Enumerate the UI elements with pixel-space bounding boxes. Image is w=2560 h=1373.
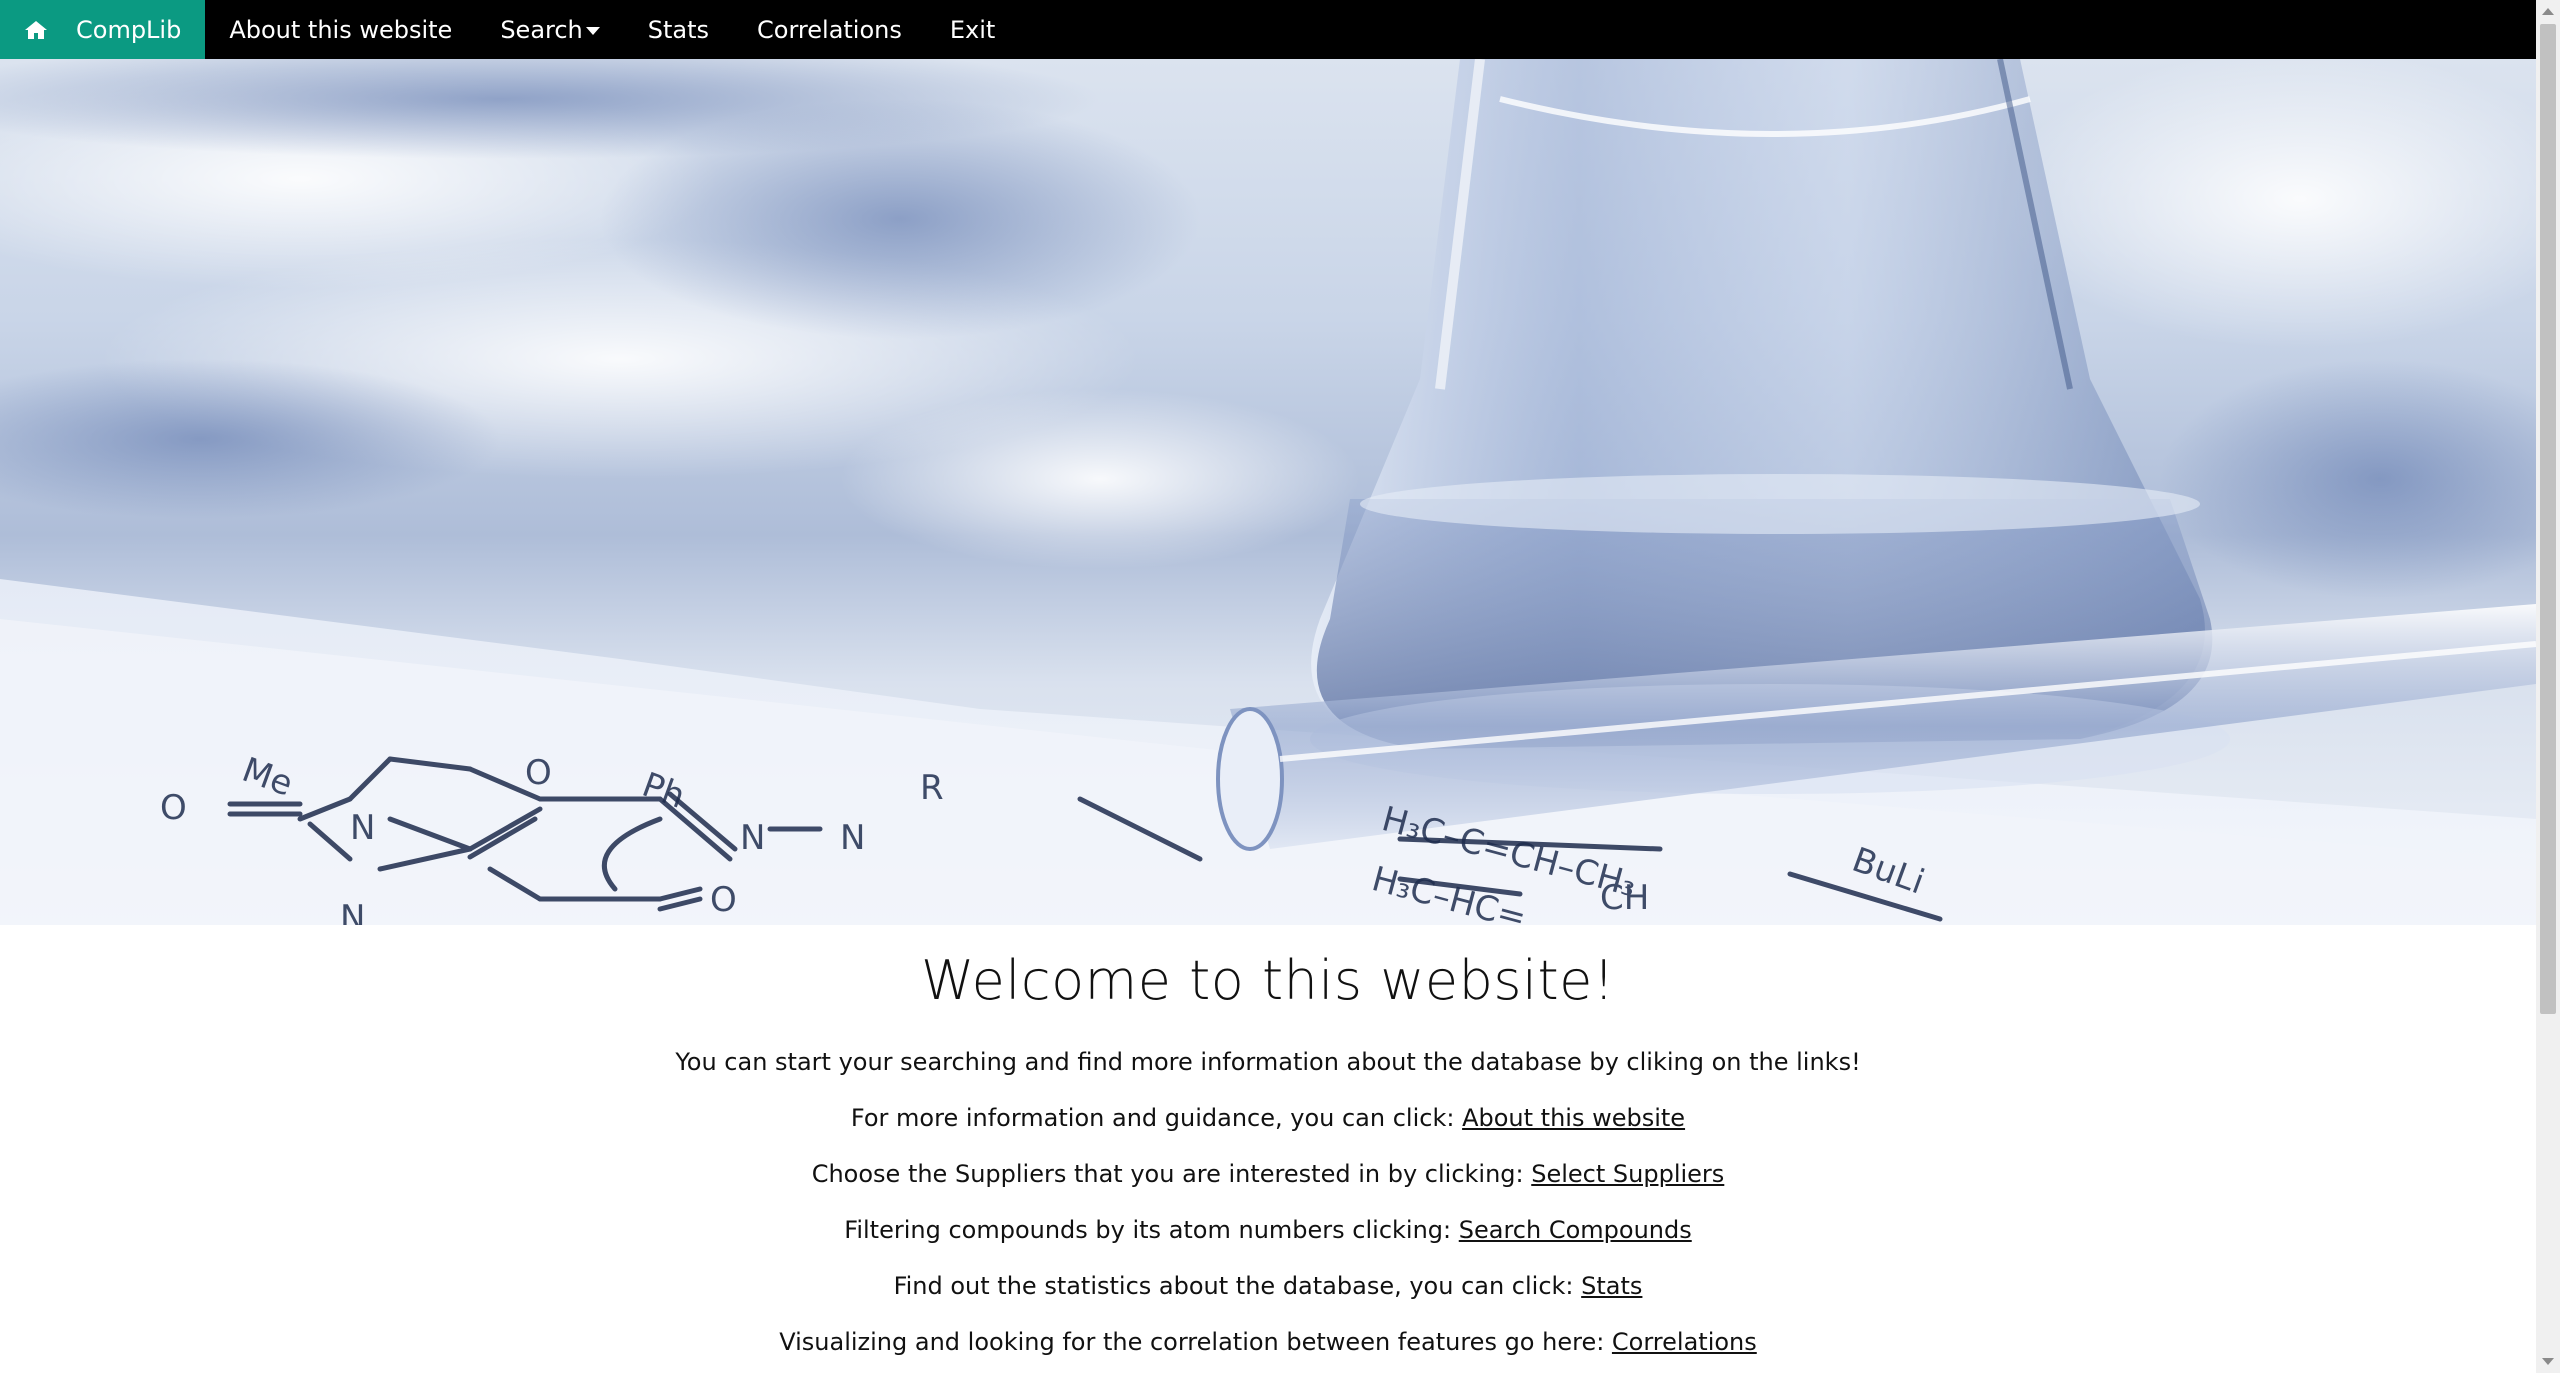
list-item: Find out the statistics about the databa… <box>0 1258 2536 1314</box>
line-text: Choose the Suppliers that you are intere… <box>811 1160 1532 1188</box>
svg-text:R: R <box>920 768 944 808</box>
nav-about[interactable]: About this website <box>205 0 476 59</box>
nav-stats-label: Stats <box>647 15 710 44</box>
list-item: For more information and guidance, you c… <box>0 1090 2536 1146</box>
brand-link[interactable]: CompLib <box>0 0 206 59</box>
nav-search-dropdown[interactable]: Search <box>476 0 623 59</box>
nav-exit-label: Exit <box>949 15 996 44</box>
svg-text:CH: CH <box>1600 878 1649 918</box>
list-item: Visualizing and looking for the correlat… <box>0 1314 2536 1370</box>
main-content: Welcome to this website! You can start y… <box>0 925 2536 1370</box>
home-icon <box>25 20 47 39</box>
svg-text:O: O <box>525 753 552 793</box>
nav-exit[interactable]: Exit <box>926 0 1019 59</box>
caret-down-icon <box>585 26 600 35</box>
correlations-link[interactable]: Correlations <box>1612 1328 1757 1356</box>
intro-text: You can start your searching and find mo… <box>675 1048 1861 1076</box>
line-text: For more information and guidance, you c… <box>850 1104 1463 1132</box>
select-suppliers-link[interactable]: Select Suppliers <box>1531 1160 1724 1188</box>
list-item: Choose the Suppliers that you are intere… <box>0 1146 2536 1202</box>
nav-correlations[interactable]: Correlations <box>733 0 926 59</box>
brand-label: CompLib <box>76 15 182 44</box>
about-link[interactable]: About this website <box>1462 1104 1685 1132</box>
page-scrollbar[interactable] <box>2536 0 2560 1373</box>
hero-image: Me N O N Me O Ph N N R O H₃C–C=CH–CH₃ H₃… <box>0 59 2536 925</box>
nav-stats[interactable]: Stats <box>624 0 733 59</box>
list-item: Filtering compounds by its atom numbers … <box>0 1202 2536 1258</box>
line-text: Find out the statistics about the databa… <box>893 1272 1582 1300</box>
stats-link[interactable]: Stats <box>1581 1272 1642 1300</box>
lab-glassware-illustration: Me N O N Me O Ph N N R O H₃C–C=CH–CH₃ H₃… <box>0 59 2536 925</box>
svg-text:N: N <box>840 818 865 858</box>
line-text: Filtering compounds by its atom numbers … <box>844 1216 1459 1244</box>
search-compounds-link[interactable]: Search Compounds <box>1459 1216 1692 1244</box>
scrollbar-thumb[interactable] <box>2540 24 2556 1014</box>
link-list: You can start your searching and find mo… <box>0 1034 2536 1370</box>
svg-text:N: N <box>740 818 765 858</box>
nav-correlations-label: Correlations <box>757 15 902 44</box>
page-title: Welcome to this website! <box>920 949 1616 1012</box>
nav-about-label: About this website <box>229 15 453 44</box>
nav-search-label: Search <box>500 15 583 44</box>
svg-text:N: N <box>340 898 365 925</box>
top-navbar: CompLib About this website Search Stats … <box>0 0 2536 59</box>
svg-text:O: O <box>160 788 187 828</box>
svg-text:N: N <box>350 808 375 848</box>
svg-text:O: O <box>710 880 737 920</box>
scroll-down-icon[interactable] <box>2542 1358 2554 1365</box>
scroll-up-icon[interactable] <box>2542 8 2554 15</box>
line-text: Visualizing and looking for the correlat… <box>779 1328 1612 1356</box>
